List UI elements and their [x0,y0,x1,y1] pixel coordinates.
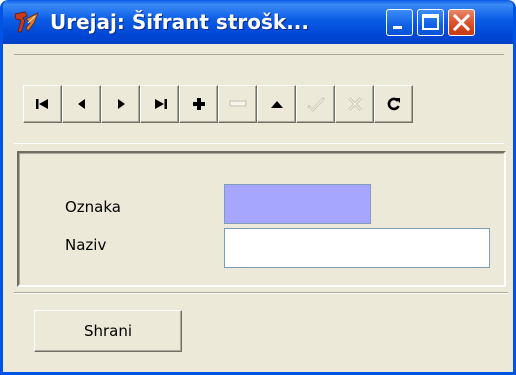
save-button[interactable]: Shrani [34,310,182,352]
refresh-button[interactable] [374,85,413,123]
check-icon [306,97,325,112]
window-title: Urejaj: Šifrant strošk... [50,10,309,34]
tcl-feather-icon[interactable] [14,11,40,35]
prior-record-button[interactable] [62,85,101,123]
minimize-button[interactable] [386,9,413,36]
x-icon [347,96,362,112]
edit-button[interactable] [257,85,296,123]
naziv-label: Naziv [65,236,107,254]
navigator-toolbar [23,85,413,123]
minimize-icon [393,26,402,29]
dialog-window: Urejaj: Šifrant strošk... Oznaka Naziv S… [0,0,516,375]
maximize-icon [422,14,439,30]
plus-icon [192,98,205,110]
minus-icon [229,100,246,107]
oznaka-field[interactable] [224,184,371,224]
close-icon [452,13,471,32]
footer-divider [14,292,508,294]
last-record-button[interactable] [140,85,179,123]
post-button[interactable] [296,85,335,123]
last-icon [154,99,167,109]
next-record-button[interactable] [101,85,140,123]
next-icon [117,99,125,109]
refresh-icon [387,97,400,111]
title-bar[interactable]: Urejaj: Šifrant strošk... [3,0,513,44]
first-icon [35,99,48,109]
maximize-button[interactable] [417,9,444,36]
prior-icon [77,99,85,109]
delete-button[interactable] [218,85,257,123]
naziv-field[interactable] [224,228,490,268]
first-record-button[interactable] [23,85,62,123]
close-button[interactable] [448,9,475,36]
insert-button[interactable] [179,85,218,123]
oznaka-label: Oznaka [65,198,121,216]
cancel-button[interactable] [335,85,374,123]
triangle-up-icon [270,101,283,108]
